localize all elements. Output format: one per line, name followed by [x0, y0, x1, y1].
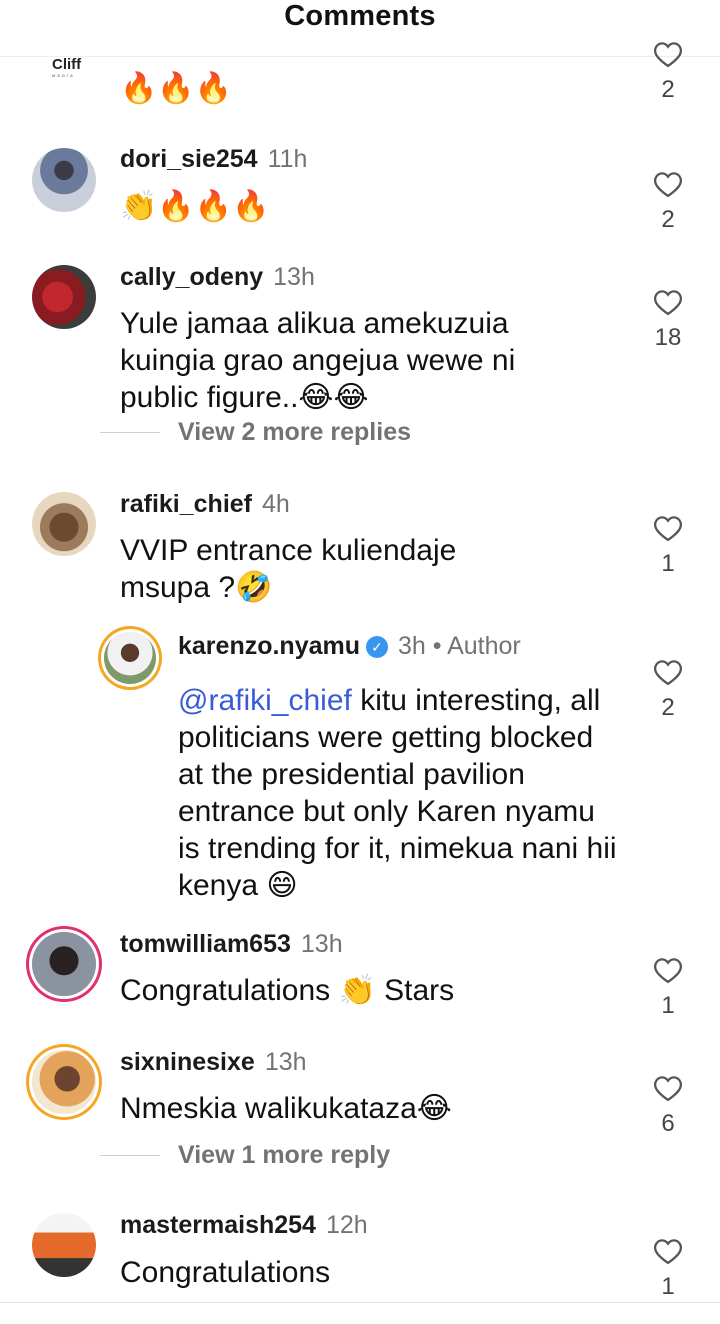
heart-outline-icon	[654, 1076, 682, 1102]
reply-meta: karenzo.nyamu ✓ 3h • Author	[178, 632, 521, 661]
comments-header: Comments	[0, 0, 720, 57]
avatar[interactable]	[32, 932, 96, 996]
like-button[interactable]: 2	[648, 658, 688, 722]
heart-outline-icon	[654, 1239, 682, 1265]
timestamp: 13h	[300, 930, 343, 958]
verified-badge-icon: ✓	[366, 636, 389, 659]
username[interactable]: tomwilliam653	[120, 930, 291, 958]
avatar[interactable]	[32, 265, 96, 329]
view-replies-button[interactable]: View 2 more replies	[100, 418, 411, 447]
like-button[interactable]: 1	[648, 956, 688, 1020]
reply-text: @rafiki_chief kitu interesting, all poli…	[178, 684, 617, 902]
comment-text: 👏🔥🔥🔥	[120, 189, 270, 224]
avatar[interactable]	[32, 148, 96, 212]
comment-text: 🔥🔥🔥	[120, 71, 233, 106]
heart-outline-icon	[654, 290, 682, 316]
avatar[interactable]	[104, 632, 156, 684]
like-button[interactable]: 1	[648, 1237, 688, 1301]
heart-outline-icon	[654, 660, 682, 686]
heart-outline-icon	[654, 42, 682, 68]
timestamp: 11h	[267, 145, 308, 173]
page-title: Comments	[284, 0, 436, 32]
comment-text: VVIP entrance kuliendaje msupa ?🤣	[120, 534, 457, 604]
comment-meta: dori_sie254 11h	[120, 145, 307, 174]
avatar[interactable]	[32, 1213, 96, 1277]
avatar[interactable]	[32, 492, 96, 556]
timestamp: 3h	[398, 632, 426, 660]
comment-meta: tomwilliam653 13h	[120, 930, 343, 959]
like-button[interactable]: 2	[648, 40, 688, 104]
username[interactable]: dori_sie254	[120, 145, 258, 173]
like-button[interactable]: 6	[648, 1074, 688, 1138]
timestamp: 13h	[273, 263, 315, 291]
timestamp: 13h	[264, 1048, 307, 1076]
divider	[0, 1302, 720, 1303]
username[interactable]: sixninesixe	[120, 1048, 255, 1076]
comment-text: Congratulations	[120, 1256, 331, 1289]
avatar[interactable]	[32, 1050, 96, 1114]
comment-meta: cally_odeny 13h	[120, 263, 315, 292]
username[interactable]: cally_odeny	[120, 263, 263, 291]
author-label: • Author	[432, 632, 521, 660]
divider	[100, 432, 160, 433]
heart-outline-icon	[654, 958, 682, 984]
username[interactable]: mastermaish254	[120, 1211, 316, 1239]
timestamp: 4h	[262, 490, 290, 518]
comment-meta: mastermaish254 12h	[120, 1211, 368, 1240]
comment-meta: sixninesixe 13h	[120, 1048, 307, 1077]
divider	[100, 1155, 160, 1156]
comment-meta: rafiki_chief 4h	[120, 490, 290, 519]
like-button[interactable]: 1	[648, 514, 688, 578]
heart-outline-icon	[654, 172, 682, 198]
avatar[interactable]: Cliff MEDIA	[52, 56, 81, 78]
like-button[interactable]: 2	[648, 170, 688, 234]
timestamp: 12h	[325, 1211, 368, 1239]
mention-link[interactable]: @rafiki_chief	[178, 684, 352, 717]
username[interactable]: karenzo.nyamu	[178, 632, 360, 660]
heart-outline-icon	[654, 516, 682, 542]
like-button[interactable]: 18	[648, 288, 688, 352]
comment-text: Yule jamaa alikua amekuzuia kuingia grao…	[120, 307, 516, 414]
comment-text: Congratulations 👏 Stars	[120, 974, 455, 1007]
comment-text: Nmeskia walikukataza😂	[120, 1092, 452, 1125]
view-replies-button[interactable]: View 1 more reply	[100, 1141, 390, 1170]
username[interactable]: rafiki_chief	[120, 490, 252, 518]
